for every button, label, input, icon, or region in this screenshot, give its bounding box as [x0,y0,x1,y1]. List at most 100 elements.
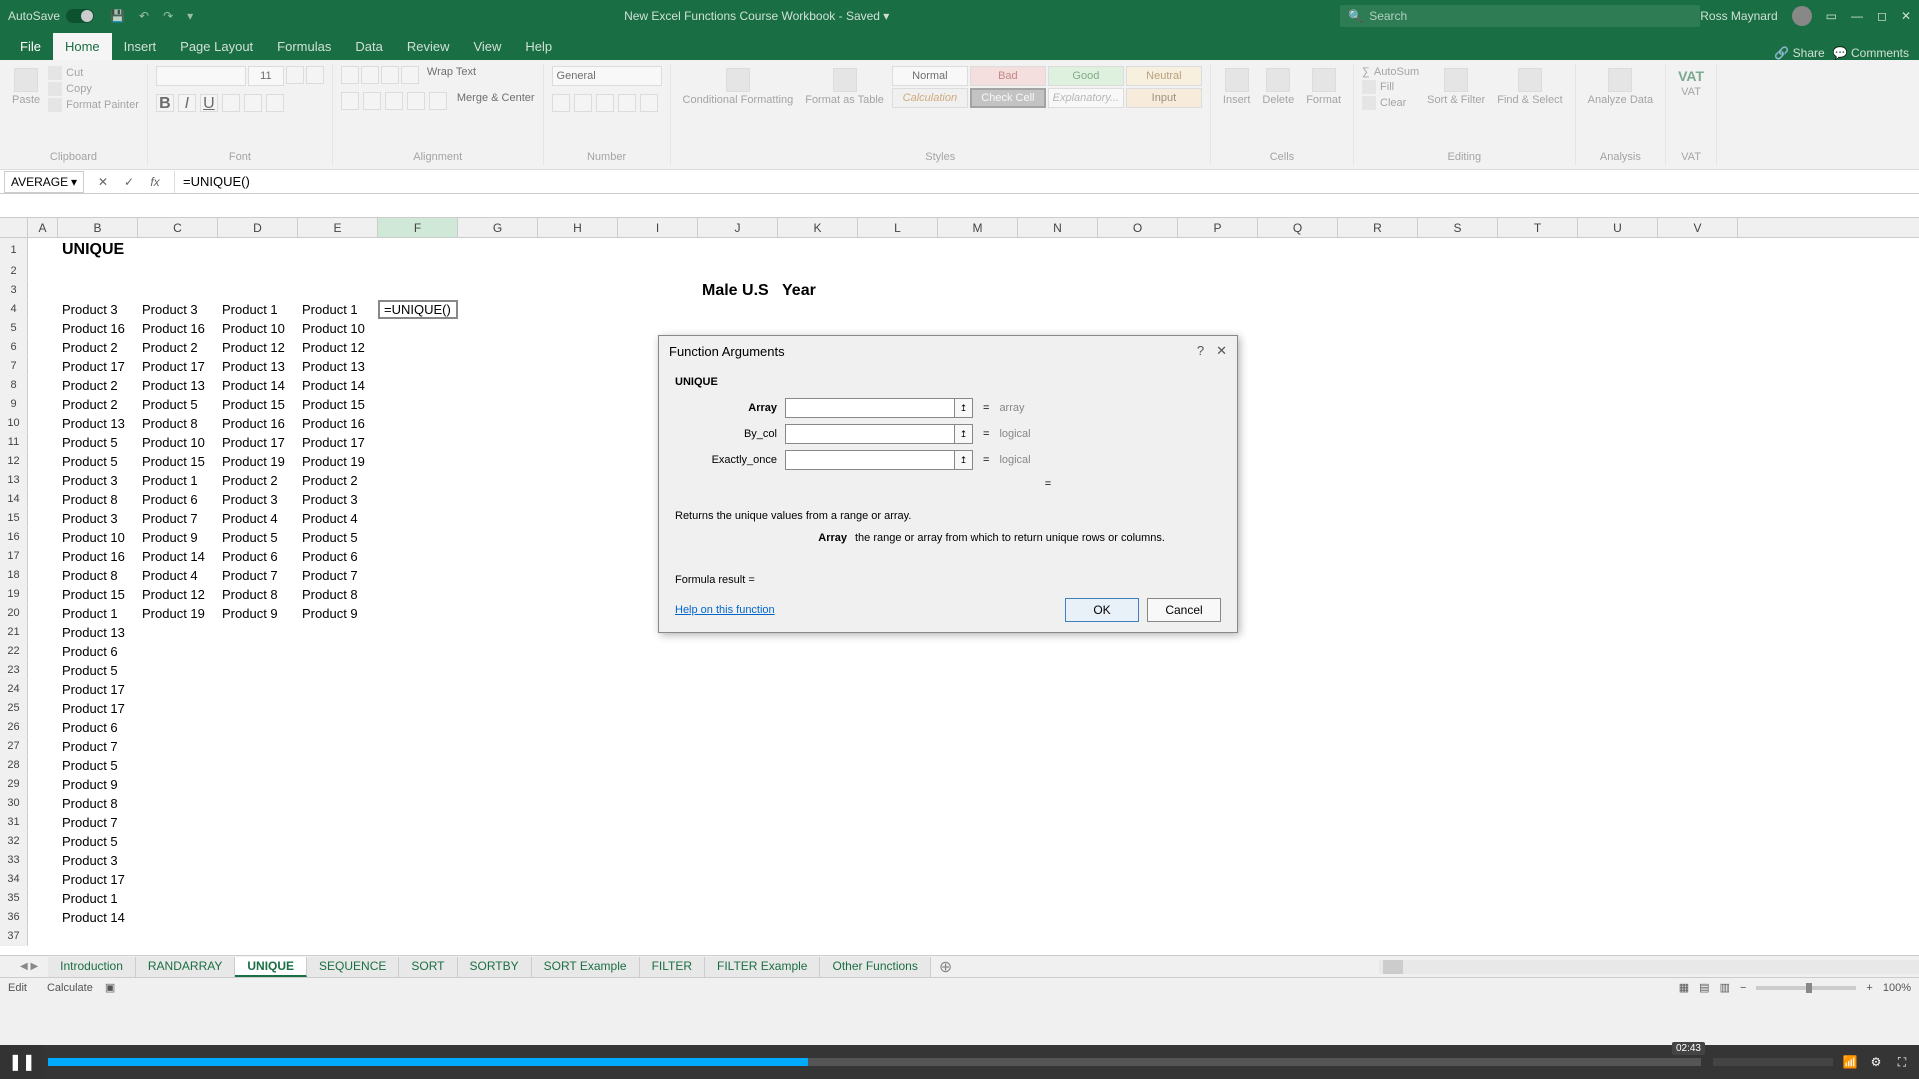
undo-icon[interactable]: ↶ [139,9,149,23]
cell-E17[interactable]: Product 6 [298,547,378,566]
minimize-icon[interactable]: — [1851,9,1863,23]
settings-icon[interactable]: ⚙ [1867,1053,1885,1071]
cell-E14[interactable]: Product 3 [298,490,378,509]
row-header-12[interactable]: 12 [0,452,28,471]
cell-E15[interactable]: Product 4 [298,509,378,528]
decrease-font-icon[interactable] [306,66,324,84]
row-header-5[interactable]: 5 [0,319,28,338]
row-header-33[interactable]: 33 [0,851,28,870]
cell-C7[interactable]: Product 17 [138,357,218,376]
cell-D17[interactable]: Product 6 [218,547,298,566]
view-break-icon[interactable]: ▥ [1720,981,1730,994]
row-header-1[interactable]: 1 [0,238,28,262]
clear-button[interactable]: Clear [1362,96,1419,110]
cell-D20[interactable]: Product 9 [218,604,298,623]
cell-C13[interactable]: Product 1 [138,471,218,490]
cell-C18[interactable]: Product 4 [138,566,218,585]
dialog-title-bar[interactable]: Function Arguments ? ✕ [659,336,1237,366]
cell-B13[interactable]: Product 3 [58,471,138,490]
cell-B25[interactable]: Product 17 [58,699,138,718]
cell-D6[interactable]: Product 12 [218,338,298,357]
volume-icon[interactable]: 📶 [1841,1053,1859,1071]
chevron-down-icon[interactable]: ▾ [71,175,77,189]
column-header-V[interactable]: V [1658,218,1738,237]
cell-D18[interactable]: Product 7 [218,566,298,585]
increase-decimal-icon[interactable] [618,94,636,112]
row-header-11[interactable]: 11 [0,433,28,452]
column-header-H[interactable]: H [538,218,618,237]
row-header-37[interactable]: 37 [0,927,28,946]
column-header-P[interactable]: P [1178,218,1258,237]
arg-input-0[interactable] [785,398,955,418]
row-header-18[interactable]: 18 [0,566,28,585]
cell-E19[interactable]: Product 8 [298,585,378,604]
cell-B14[interactable]: Product 8 [58,490,138,509]
close-icon[interactable]: ✕ [1901,9,1911,23]
row-header-7[interactable]: 7 [0,357,28,376]
cell-D4[interactable]: Product 1 [218,300,298,319]
cell-B1[interactable]: UNIQUE [58,238,138,262]
merge-center-button[interactable]: Merge & Center [457,92,535,110]
add-sheet-button[interactable]: ⊕ [939,957,952,977]
decrease-decimal-icon[interactable] [640,94,658,112]
row-header-17[interactable]: 17 [0,547,28,566]
cell-E20[interactable]: Product 9 [298,604,378,623]
view-normal-icon[interactable]: ▦ [1679,981,1689,994]
cell-B10[interactable]: Product 13 [58,414,138,433]
cell-E4[interactable]: Product 1 [298,300,378,319]
cell-B4[interactable]: Product 3 [58,300,138,319]
insert-function-icon[interactable]: fx [146,173,164,191]
style-normal[interactable]: Normal [892,66,968,86]
row-header-24[interactable]: 24 [0,680,28,699]
column-header-S[interactable]: S [1418,218,1498,237]
column-header-B[interactable]: B [58,218,138,237]
tab-view[interactable]: View [461,33,513,60]
cell-B9[interactable]: Product 2 [58,395,138,414]
tab-help[interactable]: Help [513,33,564,60]
cell-C14[interactable]: Product 6 [138,490,218,509]
cell-B5[interactable]: Product 16 [58,319,138,338]
column-header-G[interactable]: G [458,218,538,237]
align-left-icon[interactable] [341,92,359,110]
column-header-M[interactable]: M [938,218,1018,237]
tab-file[interactable]: File [8,33,53,60]
column-header-K[interactable]: K [778,218,858,237]
row-header-4[interactable]: 4 [0,300,28,319]
column-header-F[interactable]: F [378,218,458,237]
avatar[interactable] [1792,6,1812,26]
cell-E5[interactable]: Product 10 [298,319,378,338]
view-layout-icon[interactable]: ▤ [1699,981,1709,994]
status-calculate[interactable]: Calculate [47,982,93,994]
number-format-select[interactable] [552,66,662,86]
cell-C15[interactable]: Product 7 [138,509,218,528]
currency-icon[interactable] [552,94,570,112]
column-header-I[interactable]: I [618,218,698,237]
row-header-35[interactable]: 35 [0,889,28,908]
row-header-8[interactable]: 8 [0,376,28,395]
cell-D19[interactable]: Product 8 [218,585,298,604]
zoom-in-icon[interactable]: + [1866,982,1872,994]
align-right-icon[interactable] [385,92,403,110]
font-color-button[interactable] [266,94,284,112]
autosum-button[interactable]: ∑AutoSum [1362,66,1419,78]
cell-D13[interactable]: Product 2 [218,471,298,490]
row-header-32[interactable]: 32 [0,832,28,851]
row-header-15[interactable]: 15 [0,509,28,528]
arg-input-2[interactable] [785,450,955,470]
cell-C16[interactable]: Product 9 [138,528,218,547]
sheet-tab-sort-example[interactable]: SORT Example [532,957,640,977]
tab-data[interactable]: Data [343,33,394,60]
cell-C20[interactable]: Product 19 [138,604,218,623]
percent-icon[interactable] [574,94,592,112]
cell-E7[interactable]: Product 13 [298,357,378,376]
comma-icon[interactable] [596,94,614,112]
row-header-9[interactable]: 9 [0,395,28,414]
cell-B8[interactable]: Product 2 [58,376,138,395]
cell-E9[interactable]: Product 15 [298,395,378,414]
column-header-U[interactable]: U [1578,218,1658,237]
align-middle-icon[interactable] [361,66,379,84]
cell-B26[interactable]: Product 6 [58,718,138,737]
row-header-34[interactable]: 34 [0,870,28,889]
decrease-indent-icon[interactable] [407,92,425,110]
column-header-C[interactable]: C [138,218,218,237]
